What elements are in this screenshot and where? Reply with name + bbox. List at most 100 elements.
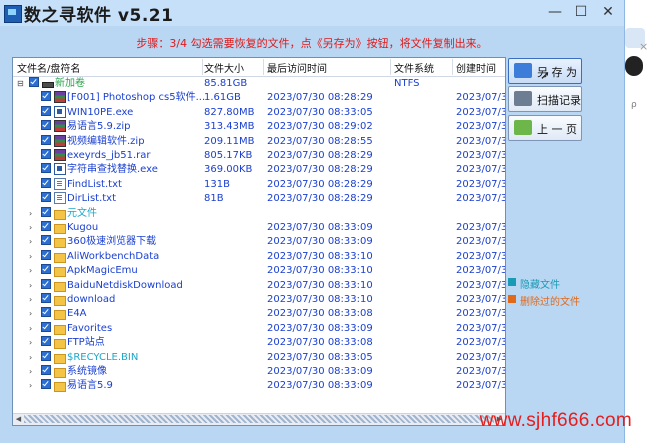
cell-name: DirList.txt [67, 193, 117, 205]
row-checkbox[interactable] [41, 350, 51, 361]
file-list[interactable]: 文件名/盘符名 文件大小 最后访问时间 文件系统 创建时间 ⊟ 新加卷 85.81G… [12, 57, 506, 426]
expand-toggle-icon[interactable] [29, 91, 37, 99]
row-checkbox[interactable] [29, 77, 39, 87]
row-checkbox[interactable] [41, 206, 51, 217]
table-row[interactable]: DirList.txt 81B 2023/07/30 08:28:29 2023/07… [13, 192, 505, 206]
scroll-thumb[interactable] [24, 415, 494, 423]
row-checkbox[interactable] [41, 379, 51, 390]
table-row[interactable]: › 元文件 [13, 206, 505, 221]
cell-accessed: 2023/07/30 08:33:09 [267, 380, 373, 392]
table-row[interactable]: WIN10PE.exe 827.80MB 2023/07/30 08:33:05 20… [13, 105, 505, 120]
expand-toggle-icon[interactable]: › [29, 351, 37, 362]
row-checkbox[interactable] [41, 149, 51, 159]
row-checkbox[interactable] [41, 278, 51, 289]
expand-toggle-icon[interactable] [29, 120, 37, 128]
row-checkbox[interactable] [41, 91, 51, 102]
cell-accessed: 2023/07/30 08:33:05 [267, 351, 373, 363]
scan-record-button[interactable]: 扫描记录 [508, 86, 582, 112]
table-row[interactable]: › $RECYCLE.BIN 2023/07/30 08:33:05 2023/07/… [13, 350, 506, 365]
table-row[interactable]: exeyrds_jb51.rar 805.17KB 2023/07/30 08:28… [13, 149, 505, 163]
cell-fs: NTFS [394, 78, 420, 89]
expand-toggle-icon[interactable]: › [29, 207, 37, 218]
col-header-fs[interactable]: 文件系统 [394, 60, 434, 75]
row-checkbox[interactable] [41, 177, 51, 188]
row-checkbox[interactable] [41, 365, 51, 375]
minimize-button[interactable]: — [542, 0, 568, 24]
expand-toggle-icon[interactable]: › [29, 336, 37, 347]
table-row[interactable]: › 易语言5.9 2023/07/30 08:33:09 2023/07/3 [13, 379, 505, 393]
expand-toggle-icon[interactable]: › [29, 221, 37, 232]
table-row[interactable]: › download 2023/07/30 08:33:10 2023/07/3 [13, 293, 505, 307]
expand-toggle-icon[interactable] [29, 192, 37, 200]
table-row[interactable]: ⊟ 新加卷 85.81GB NTFS [13, 77, 505, 91]
maximize-button[interactable]: ☐ [568, 0, 594, 24]
table-row[interactable]: › Favorites 2023/07/30 08:33:09 2023/07/3 [13, 321, 506, 336]
expand-toggle-icon[interactable] [29, 106, 37, 114]
expand-toggle-icon[interactable]: › [29, 250, 37, 261]
row-checkbox[interactable] [41, 336, 51, 347]
table-row[interactable]: 字符串查找替换.exe 369.00KB 2023/07/30 08:28:29 20… [13, 163, 505, 177]
desktop-sidebar: × ρ [625, 0, 650, 443]
table-row[interactable]: › FTP站点 2023/07/30 08:33:08 2023/07/3 [13, 336, 505, 350]
col-header-created[interactable]: 创建时间 [456, 60, 496, 75]
table-row[interactable]: › BaiduNetdiskDownload 2023/07/30 08:33:10… [13, 278, 505, 293]
cell-accessed: 2023/07/30 08:28:29 [267, 92, 373, 104]
table-row[interactable]: › AliWorkbenchData 2023/07/30 08:33:10 2023… [13, 249, 505, 264]
col-header-accessed[interactable]: 最后访问时间 [267, 60, 327, 75]
prev-page-button[interactable]: 上 一 页 [508, 115, 582, 141]
table-row[interactable]: › E4A 2023/07/30 08:33:08 2023/07/3 [13, 307, 505, 321]
row-checkbox[interactable] [41, 249, 51, 260]
table-row[interactable]: › 系统镜像 2023/07/30 08:33:09 2023/07/3 [13, 365, 505, 379]
cell-name: 易语言5.9 [67, 380, 113, 392]
row-checkbox[interactable] [41, 192, 51, 203]
row-checkbox[interactable] [41, 293, 51, 303]
expand-toggle-icon[interactable]: › [29, 235, 37, 246]
horizontal-scrollbar[interactable]: ◀ ▶ [13, 413, 505, 425]
row-checkbox[interactable] [41, 264, 51, 275]
expand-toggle-icon[interactable] [29, 163, 37, 171]
cell-created: 2023/07/3 [456, 294, 506, 305]
cell-name: WIN10PE.exe [67, 106, 134, 118]
cell-size: 369.00KB [204, 164, 253, 176]
table-row[interactable]: 易语言5.9.zip 313.43MB 2023/07/30 08:29:02 202… [13, 120, 505, 134]
cell-created: 2023/07/3 [456, 351, 506, 363]
expand-toggle-icon[interactable]: › [29, 322, 37, 333]
expand-toggle-icon[interactable]: › [29, 279, 37, 290]
row-checkbox[interactable] [41, 105, 51, 116]
expand-toggle-icon[interactable]: › [29, 365, 37, 376]
scroll-left-icon[interactable]: ◀ [13, 414, 24, 425]
expand-toggle-icon[interactable]: › [29, 307, 37, 318]
expand-toggle-icon[interactable]: ⊟ [17, 77, 25, 88]
cell-created: 2023/07/3 [456, 322, 506, 334]
cell-accessed: 2023/07/30 08:28:29 [267, 150, 373, 161]
table-row[interactable]: › 360极速浏览器下载 2023/07/30 08:33:09 2023/07/3 [13, 235, 505, 249]
row-checkbox[interactable] [41, 235, 51, 246]
expand-toggle-icon[interactable] [29, 178, 37, 186]
row-checkbox[interactable] [41, 120, 51, 131]
table-row[interactable]: › Kugou 2023/07/30 08:33:09 2023/07/3 [13, 221, 505, 235]
row-checkbox[interactable] [41, 221, 51, 231]
close-button[interactable]: ✕ [595, 0, 621, 24]
table-row[interactable]: [F001] Photoshop cs5软件... 1.61GB 2023/07/3… [13, 91, 505, 105]
col-header-name[interactable]: 文件名/盘符名 [17, 60, 80, 75]
expand-toggle-icon[interactable]: › [29, 293, 37, 304]
row-checkbox[interactable] [41, 321, 51, 332]
sidebar-close-icon[interactable]: × [639, 40, 648, 53]
cell-created: 2023/07/3 [456, 222, 506, 233]
cell-name: BaiduNetdiskDownload [67, 279, 183, 291]
expand-toggle-icon[interactable]: › [29, 264, 37, 275]
expand-toggle-icon[interactable]: › [29, 379, 37, 390]
table-row[interactable]: 视频编辑软件.zip 209.11MB 2023/07/30 08:28:55 202… [13, 134, 505, 149]
expand-toggle-icon[interactable] [29, 135, 37, 143]
pin-icon[interactable]: ρ [631, 100, 637, 110]
table-row[interactable]: › ApkMagicEmu 2023/07/30 08:33:10 2023/07/3 [13, 264, 505, 278]
cell-accessed: 2023/07/30 08:33:08 [267, 308, 373, 320]
expand-toggle-icon[interactable] [29, 149, 37, 157]
folder-icon [54, 224, 66, 234]
col-header-size[interactable]: 文件大小 [204, 60, 244, 75]
row-checkbox[interactable] [41, 163, 51, 174]
row-checkbox[interactable] [41, 307, 51, 318]
qq-penguin-icon[interactable] [625, 56, 643, 76]
table-row[interactable]: FindList.txt 131B 2023/07/30 08:28:29 2023/… [13, 177, 505, 192]
row-checkbox[interactable] [41, 134, 51, 145]
